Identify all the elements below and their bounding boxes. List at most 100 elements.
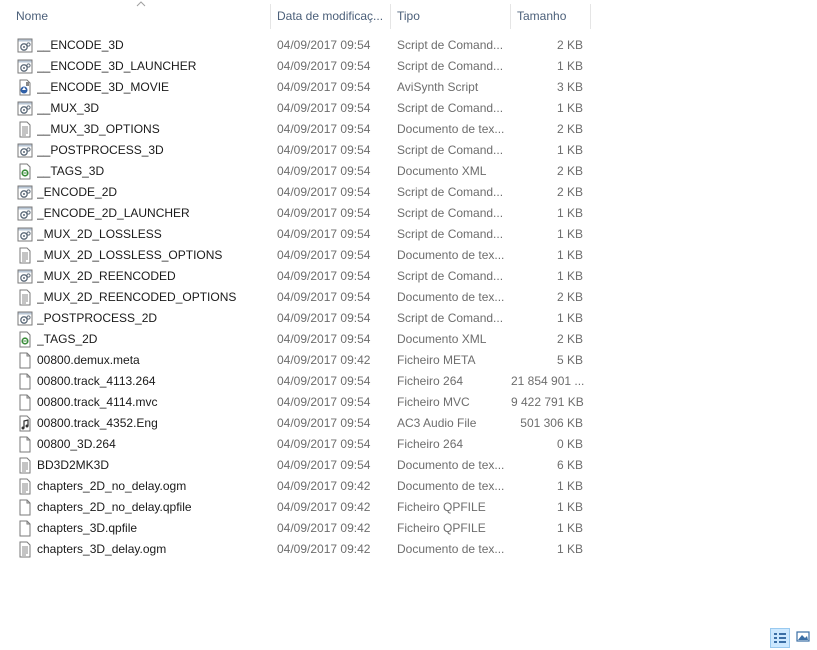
file-name: _MUX_2D_REENCODED_OPTIONS [37, 290, 237, 304]
file-type: Script de Comand... [397, 206, 504, 220]
avisynth-icon [17, 79, 33, 96]
cmd-script-icon [17, 184, 33, 201]
file-type: Ficheiro 264 [397, 374, 464, 388]
column-header-row: Nome Data de modificaç... Tipo Tamanho [0, 0, 591, 31]
file-row[interactable]: _ENCODE_2D 04/09/2017 09:54 Script de Coma… [0, 182, 600, 203]
xml-doc-icon [17, 331, 33, 348]
file-date-modified: 04/09/2017 09:54 [277, 458, 371, 472]
column-header-date-modified[interactable]: Data de modificaç... [271, 0, 390, 31]
file-explorer-view: Nome Data de modificaç... Tipo Tamanho _… [0, 0, 817, 650]
file-date-modified: 04/09/2017 09:54 [277, 416, 371, 430]
cmd-script-icon [17, 100, 33, 117]
text-doc-icon [17, 289, 33, 306]
file-row[interactable]: 00800.track_4114.mvc 04/09/2017 09:54 Fich… [0, 392, 600, 413]
text-doc-icon [17, 457, 33, 474]
file-size: 6 KB [556, 458, 583, 472]
file-name: _ENCODE_2D [37, 185, 118, 199]
file-row[interactable]: _POSTPROCESS_2D 04/09/2017 09:54 Script de… [0, 308, 600, 329]
file-type: Script de Comand... [397, 38, 504, 52]
file-type: AC3 Audio File [397, 416, 477, 430]
file-type: Script de Comand... [397, 185, 504, 199]
blank-file-icon [17, 352, 33, 369]
file-name: __TAGS_3D [37, 164, 105, 178]
details-view-button[interactable] [770, 628, 790, 648]
file-row[interactable]: BD3D2MK3D 04/09/2017 09:54 Documento de te… [0, 455, 600, 476]
file-name: __ENCODE_3D_MOVIE [37, 80, 170, 94]
file-date-modified: 04/09/2017 09:54 [277, 437, 371, 451]
column-divider[interactable] [590, 4, 591, 29]
file-row[interactable]: _MUX_2D_LOSSLESS 04/09/2017 09:54 Script d… [0, 224, 600, 245]
file-type: Script de Comand... [397, 269, 504, 283]
large-icons-view-icon [796, 631, 810, 642]
file-size: 0 KB [556, 437, 583, 451]
file-name: _MUX_2D_LOSSLESS_OPTIONS [37, 248, 223, 262]
file-name: 00800.track_4352.Eng [37, 416, 158, 430]
blank-file-icon [17, 436, 33, 453]
file-row[interactable]: __TAGS_3D 04/09/2017 09:54 Documento XML 2 … [0, 161, 600, 182]
file-row[interactable]: chapters_2D_no_delay.qpfile 04/09/2017 09… [0, 497, 600, 518]
blank-file-icon [17, 499, 33, 516]
file-row[interactable]: _MUX_2D_REENCODED_OPTIONS 04/09/2017 09:5… [0, 287, 600, 308]
file-name: BD3D2MK3D [37, 458, 110, 472]
file-type: Documento de tex... [397, 479, 505, 493]
file-size: 1 KB [556, 542, 583, 556]
file-name: 00800.track_4113.264 [37, 374, 156, 388]
file-type: Ficheiro QPFILE [397, 500, 486, 514]
file-date-modified: 04/09/2017 09:54 [277, 206, 371, 220]
file-type: Script de Comand... [397, 143, 504, 157]
file-row[interactable]: __ENCODE_3D_LAUNCHER 04/09/2017 09:54 Scri… [0, 56, 600, 77]
file-name: chapters_3D.qpfile [37, 521, 138, 535]
file-size: 1 KB [556, 227, 583, 241]
text-doc-icon [17, 121, 33, 138]
file-row[interactable]: chapters_2D_no_delay.ogm 04/09/2017 09:42… [0, 476, 600, 497]
file-size: 5 KB [556, 353, 583, 367]
file-row[interactable]: 00800.track_4113.264 04/09/2017 09:54 Fich… [0, 371, 600, 392]
file-type: Documento XML [397, 332, 487, 346]
file-size: 1 KB [556, 269, 583, 283]
file-date-modified: 04/09/2017 09:54 [277, 59, 371, 73]
file-date-modified: 04/09/2017 09:54 [277, 80, 371, 94]
file-size: 1 KB [556, 101, 583, 115]
file-name: __POSTPROCESS_3D [37, 143, 164, 157]
file-row[interactable]: 00800.track_4352.Eng 04/09/2017 09:54 AC3 … [0, 413, 600, 434]
file-row[interactable]: chapters_3D_delay.ogm 04/09/2017 09:42 Doc… [0, 539, 600, 560]
column-header-size[interactable]: Tamanho [511, 0, 591, 31]
column-header-type[interactable]: Tipo [391, 0, 510, 31]
file-date-modified: 04/09/2017 09:54 [277, 143, 371, 157]
file-name: 00800.track_4114.mvc [37, 395, 158, 409]
file-row[interactable]: chapters_3D.qpfile 04/09/2017 09:42 Fichei… [0, 518, 600, 539]
file-size: 1 KB [556, 59, 583, 73]
file-name: __MUX_3D_OPTIONS [37, 122, 160, 136]
file-date-modified: 04/09/2017 09:54 [277, 164, 371, 178]
file-size: 2 KB [556, 185, 583, 199]
file-row[interactable]: 00800_3D.264 04/09/2017 09:54 Ficheiro 264… [0, 434, 600, 455]
file-row[interactable]: __ENCODE_3D_MOVIE 04/09/2017 09:54 AviSynt… [0, 77, 600, 98]
file-date-modified: 04/09/2017 09:42 [277, 542, 371, 556]
file-date-modified: 04/09/2017 09:54 [277, 227, 371, 241]
file-date-modified: 04/09/2017 09:54 [277, 311, 371, 325]
file-date-modified: 04/09/2017 09:42 [277, 353, 371, 367]
file-row[interactable]: _ENCODE_2D_LAUNCHER 04/09/2017 09:54 Scrip… [0, 203, 600, 224]
blank-file-icon [17, 373, 33, 390]
file-row[interactable]: __POSTPROCESS_3D 04/09/2017 09:54 Script d… [0, 140, 600, 161]
file-row[interactable]: _MUX_2D_LOSSLESS_OPTIONS 04/09/2017 09:54… [0, 245, 600, 266]
file-row[interactable]: 00800.demux.meta 04/09/2017 09:42 Ficheiro… [0, 350, 600, 371]
file-row[interactable]: __MUX_3D 04/09/2017 09:54 Script de Comand… [0, 98, 600, 119]
file-row[interactable]: _TAGS_2D 04/09/2017 09:54 Documento XML 2 K… [0, 329, 600, 350]
file-size: 2 KB [556, 332, 583, 346]
file-type: Documento de tex... [397, 122, 505, 136]
file-date-modified: 04/09/2017 09:54 [277, 269, 371, 283]
file-size: 21 854 901 ... [511, 374, 585, 388]
file-row[interactable]: _MUX_2D_REENCODED 04/09/2017 09:54 Script … [0, 266, 600, 287]
file-size: 1 KB [556, 206, 583, 220]
column-header-name[interactable]: Nome [10, 0, 270, 31]
cmd-script-icon [17, 205, 33, 222]
file-name: 00800.demux.meta [37, 353, 140, 367]
file-type: Script de Comand... [397, 101, 504, 115]
file-date-modified: 04/09/2017 09:54 [277, 122, 371, 136]
file-date-modified: 04/09/2017 09:42 [277, 521, 371, 535]
large-icons-view-button[interactable] [794, 628, 814, 648]
file-row[interactable]: __MUX_3D_OPTIONS 04/09/2017 09:54 Document… [0, 119, 600, 140]
file-size: 2 KB [556, 164, 583, 178]
file-row[interactable]: __ENCODE_3D 04/09/2017 09:54 Script de Com… [0, 35, 600, 56]
